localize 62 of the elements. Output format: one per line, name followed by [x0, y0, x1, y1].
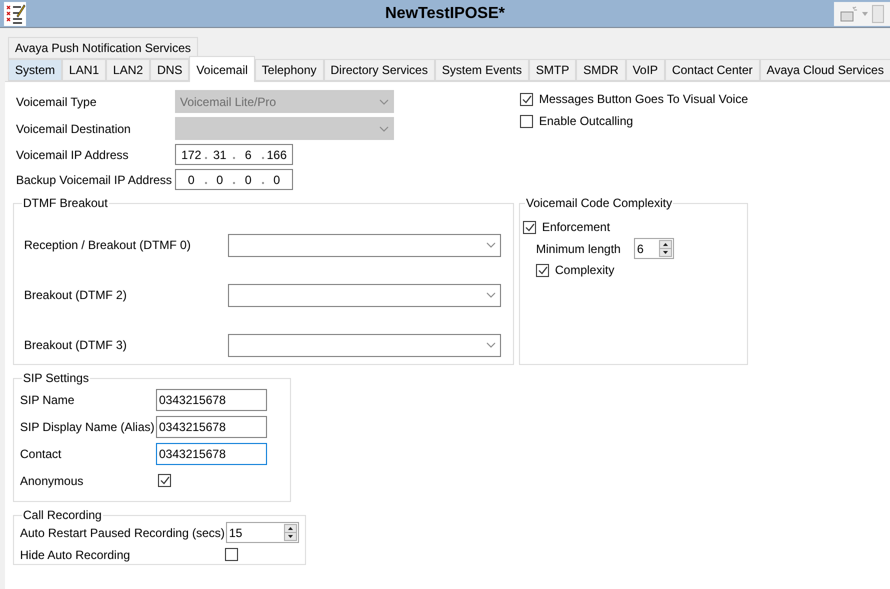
checkbox[interactable]	[523, 220, 536, 234]
tab[interactable]: Avaya Push Notification Services	[8, 37, 198, 59]
spin-arrows-icon[interactable]	[659, 240, 672, 257]
number-field[interactable]: 15	[226, 522, 299, 543]
field-label: Auto Restart Paused Recording (secs)	[20, 526, 226, 540]
field-label: Hide Auto Recording	[20, 548, 132, 562]
tab[interactable]: Contact Center	[664, 59, 760, 81]
checkbox-label: Enable Outcalling	[539, 114, 634, 128]
checkbox[interactable]	[225, 548, 238, 561]
checkbox-label: Enforcement	[542, 220, 610, 234]
text-field[interactable]: 0343215678	[156, 416, 267, 438]
tab[interactable]: Voicemail	[189, 56, 255, 82]
field-label: Minimum length	[536, 242, 622, 256]
chevron-icon	[379, 98, 389, 104]
dropdown[interactable]	[228, 334, 501, 356]
group-title: Voicemail Code Complexity	[525, 196, 674, 210]
tab[interactable]: System	[8, 59, 62, 81]
checkbox[interactable]	[158, 474, 171, 487]
checkbox-label: Messages Button Goes To Visual Voice	[539, 92, 748, 106]
ip-address-field[interactable]: 0 0 0 0	[175, 169, 293, 190]
dropdown[interactable]	[228, 234, 501, 256]
text-field[interactable]: 0343215678	[156, 443, 267, 465]
tab[interactable]: SMTP	[528, 59, 576, 81]
tab[interactable]: System Events	[434, 59, 529, 81]
chevron-icon	[486, 292, 496, 298]
checkbox[interactable]	[520, 92, 533, 106]
group-title: Call Recording	[22, 508, 103, 522]
dropdown[interactable]	[228, 284, 501, 306]
field-label: Voicemail Type	[16, 94, 98, 108]
ip-address-field[interactable]: 172 31 6 166	[175, 144, 293, 165]
tab[interactable]: LAN2	[106, 59, 150, 81]
field-label: Anonymous	[20, 474, 84, 488]
field-label: Voicemail IP Address	[16, 148, 130, 162]
tab[interactable]: DNS	[150, 59, 190, 81]
app-logo-icon	[4, 2, 26, 26]
field-label: SIP Name	[20, 393, 76, 407]
spin-arrows-icon[interactable]	[284, 524, 297, 541]
window-title: NewTestIPOSE*	[384, 4, 506, 22]
chevron-icon	[486, 242, 496, 248]
field-label: Reception / Breakout (DTMF 0)	[24, 238, 192, 252]
checkbox[interactable]	[520, 114, 533, 128]
number-field[interactable]: 6	[634, 238, 674, 259]
tab[interactable]: SMDR	[576, 59, 626, 81]
tab[interactable]: LAN1	[62, 59, 106, 81]
tab[interactable]: VoIP	[626, 59, 665, 81]
text-field[interactable]: 0343215678	[156, 389, 267, 411]
checkbox[interactable]	[536, 264, 549, 276]
tab[interactable]: Directory Services	[324, 59, 435, 81]
field-label: Contact	[20, 447, 62, 461]
field-label: Backup Voicemail IP Address	[16, 172, 173, 186]
field-label: Breakout (DTMF 2)	[24, 288, 128, 302]
field-label: Breakout (DTMF 3)	[24, 338, 128, 352]
group-title: DTMF Breakout	[22, 196, 109, 210]
tab[interactable]: Telephony	[254, 59, 324, 81]
chevron-icon	[486, 342, 496, 348]
tab[interactable]: Avaya Cloud Services	[760, 59, 890, 81]
checkbox-label: Complexity	[555, 263, 614, 277]
field-label: Voicemail Destination	[16, 122, 132, 136]
chevron-icon	[379, 126, 389, 132]
group-title: SIP Settings	[22, 371, 90, 385]
toolbar-icon[interactable]	[840, 6, 858, 22]
field-label: SIP Display Name (Alias)	[20, 420, 156, 434]
